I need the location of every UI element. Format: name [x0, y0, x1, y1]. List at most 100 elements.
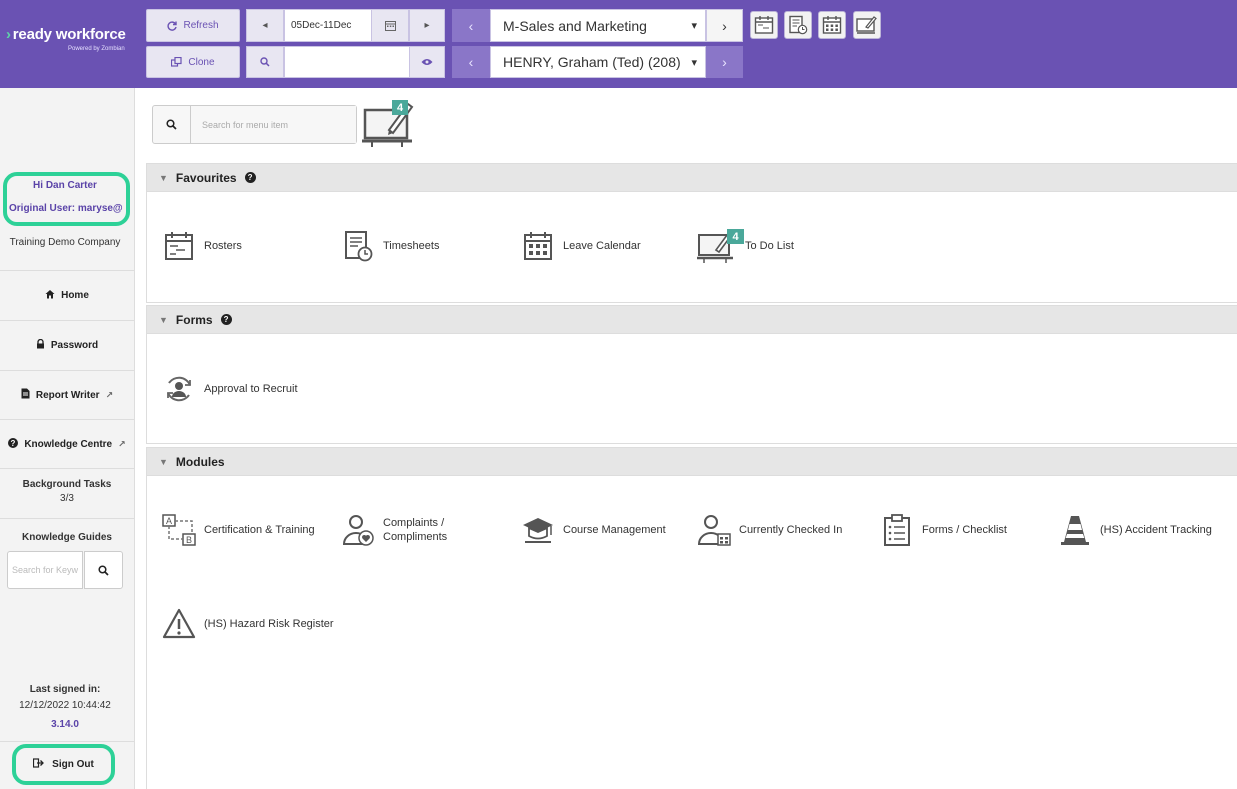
employee-select-value: HENRY, Graham (Ted) (208) — [503, 54, 681, 70]
date-prev-button[interactable]: ◂ — [246, 9, 284, 42]
original-user: Original User: maryse@ — [9, 203, 123, 214]
module-certification-training[interactable]: A B Certification & Training — [162, 513, 315, 547]
home-icon — [45, 289, 55, 302]
item-label: To Do List — [745, 240, 794, 252]
favourites-header[interactable]: ▼ Favourites ? — [147, 164, 1237, 192]
module-forms-checklist[interactable]: Forms / Checklist — [880, 513, 1007, 547]
recruit-icon — [162, 372, 196, 406]
department-next-button[interactable]: › — [706, 9, 743, 42]
clone-icon — [171, 57, 183, 67]
help-icon[interactable]: ? — [244, 172, 256, 183]
clone-button[interactable]: Clone — [146, 46, 240, 78]
favourite-todo-list[interactable]: 4 To Do List — [697, 229, 794, 263]
roster-shortcut-button[interactable] — [750, 11, 778, 39]
employee-next-button[interactable]: › — [706, 46, 743, 78]
svg-text:B: B — [186, 535, 192, 545]
employee-select[interactable]: HENRY, Graham (Ted) (208) ▾ — [490, 46, 706, 78]
brand-powered: Powered by Zombian — [68, 46, 125, 52]
calendar-button[interactable] — [371, 9, 409, 42]
todo-shortcut-button[interactable] — [853, 11, 881, 39]
date-next-button[interactable]: ▸ — [409, 9, 445, 42]
modules-header[interactable]: ▼ Modules — [147, 448, 1237, 476]
sidebar-item-password[interactable]: Password — [0, 320, 134, 369]
refresh-icon — [167, 20, 178, 31]
todo-button[interactable]: 4 — [362, 100, 416, 150]
module-hazard-risk-register[interactable]: (HS) Hazard Risk Register — [162, 607, 334, 641]
refresh-label: Refresh — [183, 20, 219, 31]
favourite-timesheets[interactable]: Timesheets — [341, 229, 439, 263]
todo-list-badge: 4 — [727, 229, 744, 244]
item-label: (HS) Accident Tracking — [1100, 524, 1212, 536]
item-label: Forms / Checklist — [922, 524, 1007, 536]
item-label: (HS) Hazard Risk Register — [204, 618, 334, 630]
calendar-icon — [384, 21, 396, 31]
module-currently-checked-in[interactable]: Currently Checked In — [697, 513, 842, 547]
timesheet-shortcut-button[interactable] — [784, 11, 812, 39]
topbar-search-input[interactable] — [284, 46, 410, 78]
department-prev-button[interactable]: ‹ — [452, 9, 490, 42]
sign-out-label: Sign Out — [52, 759, 94, 770]
user-greeting: Hi Dan Carter — [33, 180, 97, 191]
favourite-leave-calendar[interactable]: Leave Calendar — [521, 229, 641, 263]
forms-header[interactable]: ▼ Forms ? — [147, 306, 1237, 334]
knowledge-search-button[interactable] — [84, 551, 123, 589]
date-range-field[interactable]: 05Dec-11Dec — [284, 9, 372, 42]
chevron-down-icon: ▾ — [691, 20, 697, 32]
sidebar-item-label: Home — [61, 289, 89, 301]
svg-text:A: A — [166, 516, 172, 526]
chevron-down-icon: ▾ — [691, 56, 697, 69]
menu-search: Search for menu item — [152, 105, 357, 144]
logo: › ready workforce Powered by Zombian — [0, 0, 135, 88]
department-select-value: M-Sales and Marketing — [503, 17, 647, 34]
topbar-search-button[interactable] — [246, 46, 284, 78]
lock-icon — [36, 338, 45, 352]
item-label: Certification & Training — [204, 524, 315, 536]
sign-out-button[interactable]: Sign Out — [12, 744, 115, 785]
search-icon — [98, 564, 109, 576]
last-signed-value: 12/12/2022 10:44:42 — [19, 700, 111, 711]
background-tasks-label: Background Tasks — [22, 479, 112, 490]
search-icon — [260, 57, 270, 67]
forms-section: ▼ Forms ? — [146, 305, 1237, 444]
app-version: 3.14.0 — [51, 719, 79, 730]
chevron-right-icon: › — [722, 17, 727, 34]
caret-right-icon: ▸ — [424, 20, 430, 31]
top-bar: › ready workforce Powered by Zombian Refr… — [0, 0, 1237, 88]
employee-prev-button[interactable]: ‹ — [452, 46, 490, 78]
timesheet-icon — [341, 229, 375, 263]
company-name: Training Demo Company — [9, 237, 121, 248]
item-label: Currently Checked In — [739, 524, 843, 536]
background-tasks[interactable]: Background Tasks 3/3 — [0, 468, 134, 518]
graduation-cap-icon — [521, 513, 555, 547]
collapse-triangle-icon: ▼ — [159, 456, 168, 467]
module-complaints-compliments[interactable]: Complaints / Compliments — [341, 513, 463, 547]
sidebar-item-label: Knowledge Centre — [24, 438, 113, 450]
external-link-icon: ↗ — [105, 389, 114, 400]
view-button[interactable] — [409, 46, 445, 78]
sidebar-item-home[interactable]: Home — [0, 270, 134, 319]
item-label: Rosters — [204, 240, 242, 252]
knowledge-guides: Knowledge Guides Search for Keyw — [0, 518, 134, 598]
todo-board-icon: 4 — [697, 229, 744, 263]
sidebar-item-knowledge-centre[interactable]: ? Knowledge Centre ↗ — [0, 419, 134, 468]
favourite-rosters[interactable]: Rosters — [162, 229, 242, 263]
sidebar-item-report-writer[interactable]: Report Writer ↗ — [0, 370, 134, 419]
warning-icon — [162, 607, 196, 641]
calendar-icon — [521, 229, 555, 263]
module-accident-tracking[interactable]: (HS) Accident Tracking — [1058, 513, 1212, 547]
help-icon[interactable]: ? — [220, 314, 232, 325]
clone-label: Clone — [188, 56, 215, 68]
leave-calendar-shortcut-button[interactable] — [818, 11, 846, 39]
item-label: Complaints / Compliments — [383, 517, 448, 543]
chevron-left-icon: ‹ — [468, 54, 474, 70]
menu-search-button[interactable] — [153, 106, 191, 143]
department-select[interactable]: M-Sales and Marketing ▾ — [490, 9, 706, 42]
menu-search-input[interactable]: Search for menu item — [192, 106, 356, 143]
calendar-icon — [822, 16, 842, 34]
checked-in-icon — [697, 513, 731, 547]
knowledge-search-input[interactable]: Search for Keyw — [7, 551, 83, 589]
form-approval-to-recruit[interactable]: Approval to Recruit — [162, 372, 298, 406]
knowledge-guides-label: Knowledge Guides — [21, 532, 112, 543]
refresh-button[interactable]: Refresh — [146, 9, 240, 42]
module-course-management[interactable]: Course Management — [521, 513, 666, 547]
